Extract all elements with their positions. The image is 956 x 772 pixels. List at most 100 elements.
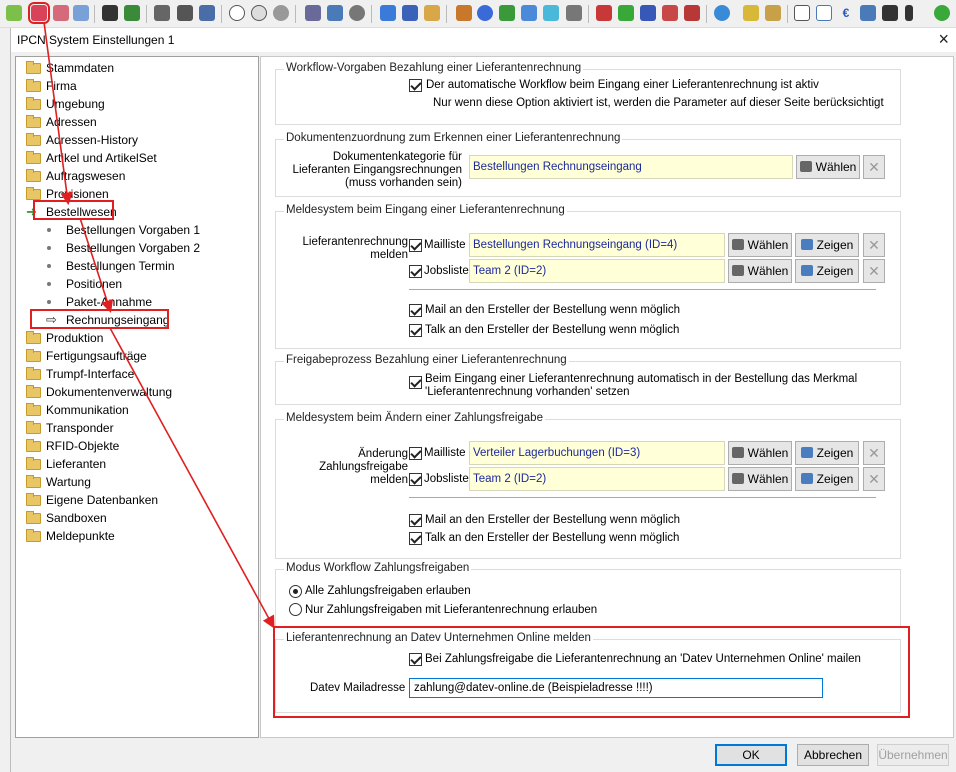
cart-icon[interactable]	[521, 5, 537, 21]
jobslist-choose-button[interactable]: Wählen	[728, 259, 792, 283]
approval-group-title: Freigabeprozess Bezahlung einer Lieferan…	[284, 354, 569, 366]
change-maillist-choose-button[interactable]: Wählen	[728, 441, 792, 465]
change-jobslist-field[interactable]: Team 2 (ID=2)	[469, 467, 725, 491]
maillist-choose-button[interactable]: Wählen	[728, 233, 792, 257]
folder-icon	[26, 169, 41, 182]
change-talk-creator-checkbox[interactable]	[409, 532, 422, 545]
tag-icon[interactable]	[662, 5, 678, 21]
notify-receipt-group-title: Meldesystem beim Eingang einer Lieferant…	[284, 204, 567, 216]
approval-flag-checkbox[interactable]	[409, 376, 422, 389]
edit-icon[interactable]	[327, 5, 343, 21]
tree-item-label: Adressen	[46, 115, 97, 129]
user-icon[interactable]	[102, 5, 118, 21]
cancel-button[interactable]: Abbrechen	[797, 744, 869, 766]
mode-only-radio[interactable]	[289, 603, 302, 616]
cog-icon[interactable]	[349, 5, 365, 21]
jobslist-show-button[interactable]: Zeigen	[795, 259, 859, 283]
globe-icon[interactable]	[251, 5, 267, 21]
highlight-rechnungseingang	[30, 309, 169, 329]
tree-item-label: Lieferanten	[46, 457, 107, 471]
maillist-checkbox[interactable]	[409, 239, 422, 252]
tree-item-label: Eigene Datenbanken	[46, 493, 159, 507]
folder-icon	[26, 529, 41, 542]
apply-button[interactable]: Übernehmen	[877, 744, 949, 766]
tree-item-label: Umgebung	[46, 97, 105, 111]
maillist-show-button[interactable]: Zeigen	[795, 233, 859, 257]
document-category-label: Dokumentenkategorie für Lieferanten Einga…	[292, 151, 462, 189]
jobslist-checkbox[interactable]	[409, 265, 422, 278]
print-icon[interactable]	[154, 5, 170, 21]
change-maillist-clear-button[interactable]: ✕	[863, 441, 885, 465]
barcode-icon[interactable]	[273, 5, 289, 21]
folder-icon	[26, 439, 41, 452]
box-icon[interactable]	[424, 5, 440, 21]
folder-icon	[26, 457, 41, 470]
talk-creator-label: Talk an den Ersteller der Bestellung wen…	[425, 324, 680, 336]
id-card-icon[interactable]	[860, 5, 876, 21]
book-red-icon[interactable]	[596, 5, 612, 21]
clock-icon[interactable]	[229, 5, 245, 21]
notes-icon[interactable]	[743, 5, 759, 21]
calculator-icon[interactable]	[566, 5, 582, 21]
gear-icon[interactable]	[53, 5, 69, 21]
device-icon[interactable]	[905, 5, 913, 21]
export-icon[interactable]	[794, 5, 810, 21]
users-icon[interactable]	[456, 5, 472, 21]
tree-item-label: Bestellungen Vorgaben 1	[66, 223, 201, 237]
change-mail-creator-checkbox[interactable]	[409, 514, 422, 527]
wrench-icon[interactable]	[402, 5, 418, 21]
monitor-icon	[800, 447, 813, 458]
folder-icon	[26, 349, 41, 362]
star-icon[interactable]	[543, 5, 559, 21]
archive-icon[interactable]	[177, 5, 193, 21]
change-jobslist-show-button[interactable]: Zeigen	[795, 467, 859, 491]
book-blue-icon[interactable]	[640, 5, 656, 21]
user-download-icon[interactable]	[124, 5, 140, 21]
ok-button[interactable]: OK	[715, 744, 787, 766]
document-clear-button[interactable]: ✕	[863, 155, 885, 179]
close-icon[interactable]: ×	[938, 29, 949, 49]
document-category-field[interactable]: Bestellungen Rechnungseingang	[469, 155, 793, 179]
jobslist-clear-button[interactable]: ✕	[863, 259, 885, 283]
terminal-icon[interactable]	[882, 5, 898, 21]
tree-item-label: Dokumentenverwaltung	[46, 385, 173, 399]
tool-icon[interactable]	[6, 5, 22, 21]
maillist-clear-button[interactable]: ✕	[863, 233, 885, 257]
talk-creator-checkbox[interactable]	[409, 324, 422, 337]
add-icon[interactable]	[477, 5, 493, 21]
maillist-label: Mailliste	[424, 239, 466, 251]
document-icon[interactable]	[765, 5, 781, 21]
change-maillist-checkbox[interactable]	[409, 447, 422, 460]
mail-creator-label: Mail an den Ersteller der Bestellung wen…	[425, 304, 681, 316]
folder-icon	[26, 511, 41, 524]
jobslist-field[interactable]: Team 2 (ID=2)	[469, 259, 725, 283]
chart-icon[interactable]	[714, 5, 730, 21]
change-maillist-show-button[interactable]: Zeigen	[795, 441, 859, 465]
book-green-icon[interactable]	[618, 5, 634, 21]
notify-change-group: Meldesystem beim Ändern einer Zahlungsfr…	[275, 412, 901, 559]
mail-creator-checkbox[interactable]	[409, 304, 422, 317]
chat-icon[interactable]	[816, 5, 832, 21]
settings-gear-icon[interactable]	[28, 2, 50, 24]
folder-icon	[26, 367, 41, 380]
change-maillist-field[interactable]: Verteiler Lagerbuchungen (ID=3)	[469, 441, 725, 465]
divider	[409, 289, 876, 290]
gear-blue-icon[interactable]	[73, 5, 89, 21]
change-jobslist-checkbox[interactable]	[409, 473, 422, 486]
mode-all-radio[interactable]	[289, 585, 302, 598]
sync-icon[interactable]	[499, 5, 515, 21]
mode-group: Modus Workflow Zahlungsfreigaben Alle Za…	[275, 562, 901, 627]
maillist-field[interactable]: Bestellungen Rechnungseingang (ID=4)	[469, 233, 725, 257]
group-icon[interactable]	[305, 5, 321, 21]
binoculars-icon	[731, 265, 744, 276]
form-icon[interactable]	[199, 5, 215, 21]
euro-icon[interactable]: €	[838, 5, 854, 21]
folder-red-icon[interactable]	[684, 5, 700, 21]
download-icon[interactable]	[934, 5, 950, 21]
settings-tree[interactable]: Stammdaten Firma Umgebung Adressen Adressen-…	[15, 56, 259, 738]
change-jobslist-choose-button[interactable]: Wählen	[728, 467, 792, 491]
tools-icon[interactable]	[380, 5, 396, 21]
change-jobslist-clear-button[interactable]: ✕	[863, 467, 885, 491]
workflow-active-checkbox[interactable]	[409, 79, 422, 92]
document-choose-button[interactable]: Wählen	[796, 155, 860, 179]
